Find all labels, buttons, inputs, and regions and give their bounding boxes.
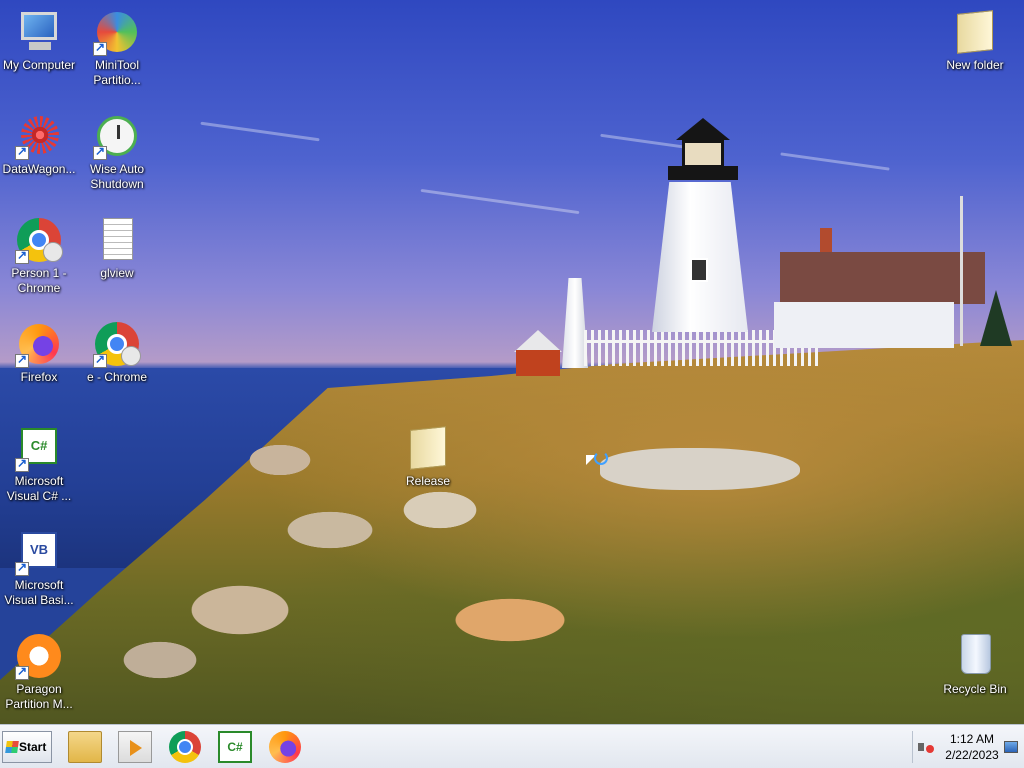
shortcut-arrow-icon bbox=[15, 352, 29, 368]
desktop-icon-label: DataWagon... bbox=[2, 162, 76, 176]
profile-badge-icon bbox=[43, 242, 63, 262]
shortcut-arrow-icon bbox=[15, 248, 29, 264]
taskbar: Start C# 1:12 AM 2/22/2023 bbox=[0, 724, 1024, 768]
shortcut-arrow-icon bbox=[93, 144, 107, 160]
desktop-icon-paragon[interactable]: Paragon Partition M... bbox=[1, 632, 77, 712]
flag-pole bbox=[960, 196, 963, 346]
desktop-icon-glview[interactable]: glview bbox=[79, 216, 155, 281]
desktop-icon-label: My Computer bbox=[2, 58, 76, 72]
taskbar-media-player-icon[interactable] bbox=[118, 731, 152, 763]
desktop-icon-label: Person 1 - Chrome bbox=[11, 266, 67, 295]
desktop-icon-label: Firefox bbox=[20, 370, 58, 384]
taskbar-visual-csharp-icon[interactable]: C# bbox=[218, 731, 252, 763]
taskbar-file-explorer-icon[interactable] bbox=[68, 731, 102, 763]
document-icon bbox=[93, 216, 141, 264]
show-desktop-icon[interactable] bbox=[1004, 741, 1018, 753]
profile-badge-icon bbox=[121, 346, 141, 366]
desktop-wallpaper: My Computer DataWagon... Person 1 - Chro… bbox=[0, 0, 1024, 724]
desktop-icon-wise-auto-shutdown[interactable]: Wise Auto Shutdown bbox=[79, 112, 155, 192]
desktop-icon-visual-csharp[interactable]: C# Microsoft Visual C# ... bbox=[1, 424, 77, 504]
shortcut-arrow-icon bbox=[15, 560, 29, 576]
computer-icon bbox=[15, 8, 63, 56]
shortcut-arrow-icon bbox=[15, 664, 29, 680]
folder-icon bbox=[951, 8, 999, 56]
desktop-icon-person-1-chrome[interactable]: Person 1 - Chrome bbox=[1, 216, 77, 296]
clock-time: 1:12 AM bbox=[949, 732, 995, 746]
desktop-icon-firefox[interactable]: Firefox bbox=[1, 320, 77, 385]
desktop-icon-label: New folder bbox=[946, 58, 1004, 72]
desktop-icon-label: MiniTool Partitio... bbox=[93, 58, 141, 87]
desktop-icon-label: Recycle Bin bbox=[943, 682, 1007, 696]
cloud-streak bbox=[780, 152, 890, 171]
taskbar-firefox-icon[interactable] bbox=[268, 731, 302, 763]
rocks bbox=[40, 400, 640, 724]
desktop-icon-my-computer[interactable]: My Computer bbox=[1, 8, 77, 73]
desktop-icon-label: Paragon Partition M... bbox=[5, 682, 73, 711]
firefox-icon bbox=[15, 320, 63, 368]
desktop-icon-release-folder[interactable]: Release bbox=[390, 424, 466, 489]
clock-date: 2/22/2023 bbox=[945, 748, 999, 762]
minitool-icon bbox=[93, 8, 141, 56]
red-shed bbox=[514, 330, 562, 376]
paragon-icon bbox=[15, 632, 63, 680]
desktop-icon-label: Release bbox=[405, 474, 451, 488]
cloud-streak bbox=[200, 121, 320, 142]
lighthouse-tower bbox=[652, 182, 748, 332]
datawagon-icon bbox=[15, 112, 63, 160]
desktop-icon-new-folder[interactable]: New folder bbox=[937, 8, 1013, 73]
shortcut-arrow-icon bbox=[15, 144, 29, 160]
folder-icon bbox=[404, 424, 452, 472]
desktop-icon-recycle-bin[interactable]: Recycle Bin bbox=[937, 632, 1013, 697]
desktop-icon-datawagon[interactable]: DataWagon... bbox=[1, 112, 77, 177]
clock-icon bbox=[93, 112, 141, 160]
busy-spinner-icon bbox=[594, 451, 608, 465]
desktop-icon-minitool[interactable]: MiniTool Partitio... bbox=[79, 8, 155, 88]
volume-muted-icon[interactable] bbox=[918, 739, 934, 755]
rock bbox=[600, 448, 800, 490]
chrome-icon bbox=[15, 216, 63, 264]
visual-basic-icon: VB bbox=[15, 528, 63, 576]
start-label: Start bbox=[19, 740, 47, 754]
shortcut-arrow-icon bbox=[15, 456, 29, 472]
desktop-icon-label: e - Chrome bbox=[86, 370, 148, 384]
tray-divider bbox=[912, 731, 913, 763]
recycle-bin-icon bbox=[951, 632, 999, 680]
chrome-icon bbox=[93, 320, 141, 368]
desktop-icon-visual-basic[interactable]: VB Microsoft Visual Basi... bbox=[1, 528, 77, 608]
desktop-icon-label: Wise Auto Shutdown bbox=[89, 162, 145, 191]
cloud-streak bbox=[420, 188, 580, 215]
shortcut-arrow-icon bbox=[93, 40, 107, 56]
taskbar-chrome-icon[interactable] bbox=[168, 731, 202, 763]
keepers-house bbox=[774, 228, 985, 348]
desktop-icon-label: Microsoft Visual Basi... bbox=[4, 578, 74, 607]
lighthouse-lamp bbox=[668, 112, 738, 184]
start-button[interactable]: Start bbox=[2, 731, 52, 763]
shortcut-arrow-icon bbox=[93, 352, 107, 368]
desktop-icon-label: Microsoft Visual C# ... bbox=[6, 474, 72, 503]
windows-logo-icon bbox=[5, 741, 19, 753]
desktop-icon-label: glview bbox=[100, 266, 134, 280]
desktop-icon-e-chrome[interactable]: e - Chrome bbox=[79, 320, 155, 385]
lighthouse-window bbox=[690, 258, 708, 282]
visual-csharp-icon: C# bbox=[15, 424, 63, 472]
system-clock[interactable]: 1:12 AM 2/22/2023 bbox=[940, 731, 1004, 763]
